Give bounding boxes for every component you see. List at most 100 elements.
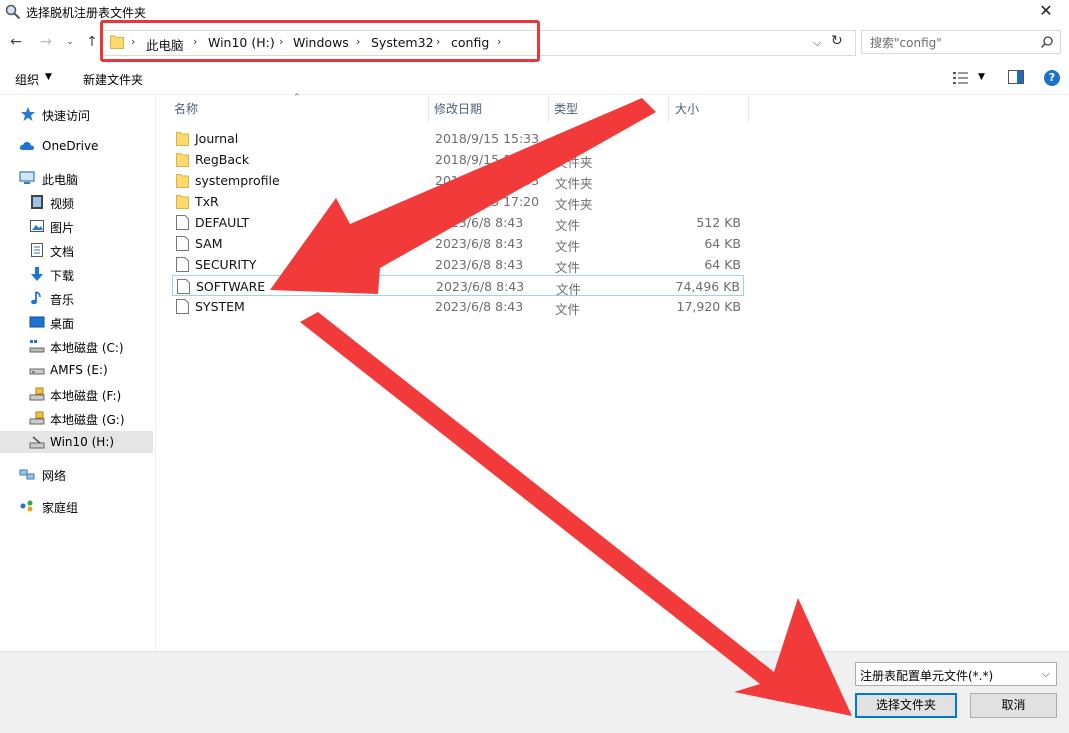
file-type: 文件 — [555, 260, 581, 275]
video-icon — [31, 195, 43, 209]
nav-item-drive-e[interactable]: AMFS (E:) — [0, 359, 153, 381]
column-header-name[interactable]: 名称 — [174, 100, 198, 117]
search-box[interactable] — [861, 30, 1061, 55]
nav-item-this-pc[interactable]: 此电脑 — [0, 167, 153, 189]
search-icon[interactable] — [1040, 35, 1054, 49]
file-name: SYSTEM — [195, 299, 245, 314]
nav-item-label: 此电脑 — [42, 173, 79, 187]
nav-item-label: 本地磁盘 (F:) — [50, 389, 122, 403]
file-name: systemprofile — [195, 173, 280, 188]
table-row[interactable]: Journal 2018/9/15 15:33 文件夹 — [172, 128, 744, 149]
network-icon — [19, 469, 35, 480]
search-input[interactable] — [862, 31, 1042, 55]
drive-icon — [29, 368, 45, 375]
table-row[interactable]: RegBack 2018/9/15 15:33 文件夹 — [172, 149, 744, 170]
file-list: ⌃ 名称 修改日期 类型 大小 Journal 2018/9/15 15:33 … — [156, 93, 1069, 651]
table-row[interactable]: SECURITY 2023/6/8 8:43 文件 64 KB — [172, 254, 744, 275]
nav-item-videos[interactable]: 视频 — [0, 191, 153, 213]
file-date: 2023/6/8 8:43 — [435, 236, 524, 251]
view-options-icon[interactable] — [953, 71, 971, 85]
file-type: 文件夹 — [555, 134, 593, 149]
column-divider[interactable] — [428, 96, 429, 122]
file-date: 2018/9/15 15:33 — [435, 152, 540, 167]
nav-item-label: 图片 — [50, 221, 75, 235]
drive-icon — [29, 340, 45, 353]
file-type: 文件夹 — [555, 155, 593, 170]
nav-item-drive-f[interactable]: 本地磁盘 (F:) — [0, 383, 153, 405]
table-row[interactable]: SYSTEM 2023/6/8 8:43 文件 17,920 KB — [172, 296, 744, 317]
file-icon — [176, 257, 189, 272]
folder-icon — [176, 174, 189, 188]
file-type: 文件 — [555, 218, 581, 233]
nav-item-drive-h[interactable]: Win10 (H:) — [0, 431, 153, 453]
refresh-icon[interactable]: ↻ — [831, 33, 843, 49]
file-name: SOFTWARE — [196, 279, 266, 294]
chevron-down-icon[interactable]: ⌵ — [813, 36, 821, 50]
nav-item-pictures[interactable]: 图片 — [0, 215, 153, 237]
cancel-button[interactable]: 取消 — [970, 693, 1057, 718]
close-icon[interactable]: ✕ — [1023, 0, 1069, 24]
file-name: SECURITY — [195, 257, 257, 272]
nav-item-drive-g[interactable]: 本地磁盘 (G:) — [0, 407, 153, 429]
table-row[interactable]: TxR 2023/6/23 17:20 文件夹 — [172, 191, 744, 212]
file-date: 2023/6/8 8:43 — [435, 215, 524, 230]
organize-button[interactable]: 组织 — [15, 71, 39, 88]
file-type-select[interactable]: 注册表配置单元文件(*.*) ⌵ — [855, 662, 1057, 686]
nav-item-label: 文档 — [50, 245, 75, 259]
file-name: TxR — [195, 194, 219, 209]
chevron-down-icon[interactable]: ▼ — [978, 72, 985, 82]
folder-icon — [176, 132, 189, 146]
help-icon[interactable]: ? — [1044, 70, 1060, 86]
drive-icon — [29, 436, 45, 449]
nav-item-documents[interactable]: 文档 — [0, 239, 153, 261]
sort-ascending-icon: ⌃ — [293, 93, 301, 103]
file-type: 文件 — [555, 302, 581, 317]
back-arrow-icon[interactable]: ← — [8, 34, 24, 50]
file-date: 2023/6/23 17:20 — [435, 194, 540, 209]
nav-item-downloads[interactable]: 下载 — [0, 263, 153, 285]
column-divider[interactable] — [748, 96, 749, 122]
table-row[interactable]: DEFAULT 2023/6/8 8:43 文件 512 KB — [172, 212, 744, 233]
forward-arrow-icon[interactable]: → — [38, 34, 54, 50]
folder-icon — [176, 153, 189, 167]
file-size: 17,920 KB — [676, 299, 741, 314]
column-divider[interactable] — [548, 96, 549, 122]
nav-item-network[interactable]: 网络 — [0, 463, 153, 485]
table-row-selected[interactable]: SOFTWARE 2023/6/8 8:43 文件 74,496 KB — [172, 275, 744, 297]
file-size: 74,496 KB — [675, 279, 740, 294]
new-folder-button[interactable]: 新建文件夹 — [83, 71, 143, 88]
nav-item-quick-access[interactable]: 快速访问 — [0, 103, 153, 125]
download-icon — [31, 267, 43, 281]
chevron-down-icon[interactable]: ▼ — [45, 72, 52, 82]
table-row[interactable]: SAM 2023/6/8 8:43 文件 64 KB — [172, 233, 744, 254]
recent-locations-icon[interactable]: ⌄ — [62, 34, 78, 50]
file-icon — [176, 236, 189, 251]
preview-pane-icon[interactable] — [1008, 70, 1024, 84]
column-header-type[interactable]: 类型 — [554, 100, 578, 117]
nav-item-label: 下载 — [50, 269, 75, 283]
homegroup-icon — [20, 500, 33, 512]
up-arrow-icon[interactable]: ↑ — [84, 34, 100, 50]
nav-item-label: 视频 — [50, 197, 75, 211]
nav-item-label: AMFS (E:) — [50, 363, 108, 377]
star-icon — [21, 107, 35, 121]
nav-item-label: 本地磁盘 (G:) — [50, 413, 125, 427]
nav-item-desktop[interactable]: 桌面 — [0, 311, 153, 333]
file-icon — [176, 215, 189, 230]
nav-item-homegroup[interactable]: 家庭组 — [0, 495, 153, 517]
table-row[interactable]: systemprofile 2018/9/15 15:33 文件夹 — [172, 170, 744, 191]
column-divider[interactable] — [668, 96, 669, 122]
column-header-date[interactable]: 修改日期 — [434, 100, 482, 117]
select-folder-button[interactable]: 选择文件夹 — [855, 693, 957, 718]
file-type-value: 注册表配置单元文件(*.*) — [860, 669, 994, 683]
address-highlight-box — [100, 20, 540, 62]
nav-item-onedrive[interactable]: OneDrive — [0, 135, 153, 157]
chevron-down-icon: ⌵ — [1041, 667, 1050, 680]
nav-item-drive-c[interactable]: 本地磁盘 (C:) — [0, 335, 153, 357]
cloud-icon — [19, 141, 34, 150]
nav-item-music[interactable]: 音乐 — [0, 287, 153, 309]
file-size: 512 KB — [696, 215, 741, 230]
folder-icon — [176, 195, 189, 209]
column-header-size[interactable]: 大小 — [675, 100, 699, 117]
file-type: 文件 — [555, 239, 581, 254]
